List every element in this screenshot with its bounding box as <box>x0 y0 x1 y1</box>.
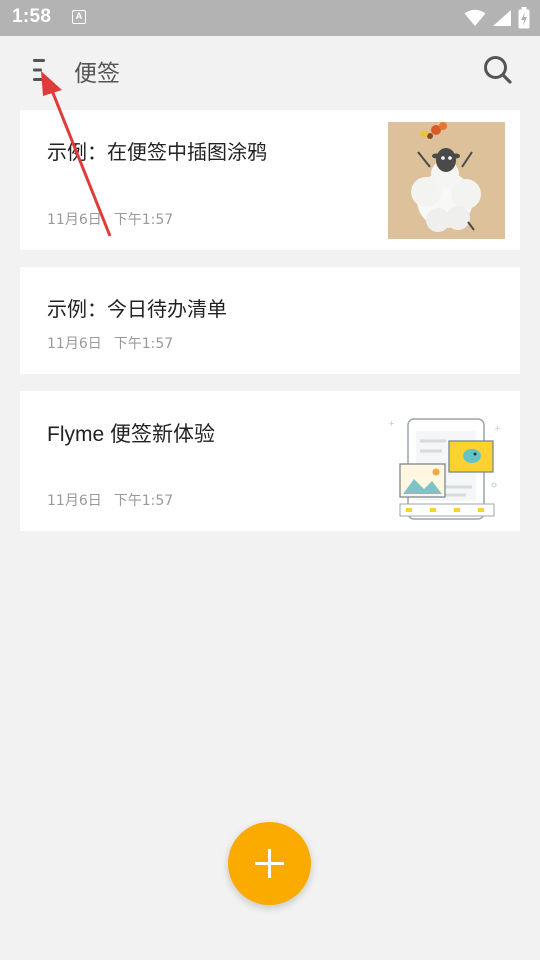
search-icon <box>484 56 512 84</box>
status-time: 1:58 <box>12 6 52 27</box>
note-date: 11月6日 <box>47 212 102 228</box>
note-timestamp: 11月6日 下午1:57 <box>47 209 173 229</box>
notification-icon: A <box>72 10 86 24</box>
status-bar: 1:58 A <box>0 0 540 36</box>
phone-illustration-image: + + <box>386 411 501 521</box>
note-card[interactable]: 示例：今日待办清单 11月6日 下午1:57 <box>20 267 520 374</box>
menu-icon <box>33 59 45 81</box>
note-date: 11月6日 <box>47 493 102 509</box>
cell-signal-icon <box>493 10 511 26</box>
note-timestamp: 11月6日 下午1:57 <box>47 333 173 353</box>
search-button[interactable] <box>478 50 518 90</box>
status-icons <box>464 6 530 30</box>
note-title: 示例：今日待办清单 <box>47 297 227 321</box>
note-time: 下午1:57 <box>113 336 174 352</box>
note-time: 下午1:57 <box>113 493 174 509</box>
note-date: 11月6日 <box>47 336 102 352</box>
note-timestamp: 11月6日 下午1:57 <box>47 490 173 510</box>
svg-text:+: + <box>388 419 395 428</box>
note-card[interactable]: Flyme 便签新体验 11月6日 下午1:57 + + <box>20 391 520 531</box>
wifi-icon <box>464 9 486 26</box>
plus-icon <box>255 849 284 878</box>
app-bar: 便签 <box>0 36 540 104</box>
note-card[interactable]: 示例：在便签中插图涂鸦 11月6日 下午1:57 <box>20 110 520 250</box>
note-title: Flyme 便签新体验 <box>47 423 215 446</box>
add-note-button[interactable] <box>228 822 311 905</box>
note-time: 下午1:57 <box>113 212 174 228</box>
battery-charging-icon <box>518 7 530 29</box>
sheep-doodle-image <box>388 122 505 239</box>
page-title: 便签 <box>74 61 120 87</box>
svg-text:+: + <box>494 424 501 433</box>
menu-button[interactable] <box>22 50 62 90</box>
note-title: 示例：在便签中插图涂鸦 <box>47 140 267 164</box>
